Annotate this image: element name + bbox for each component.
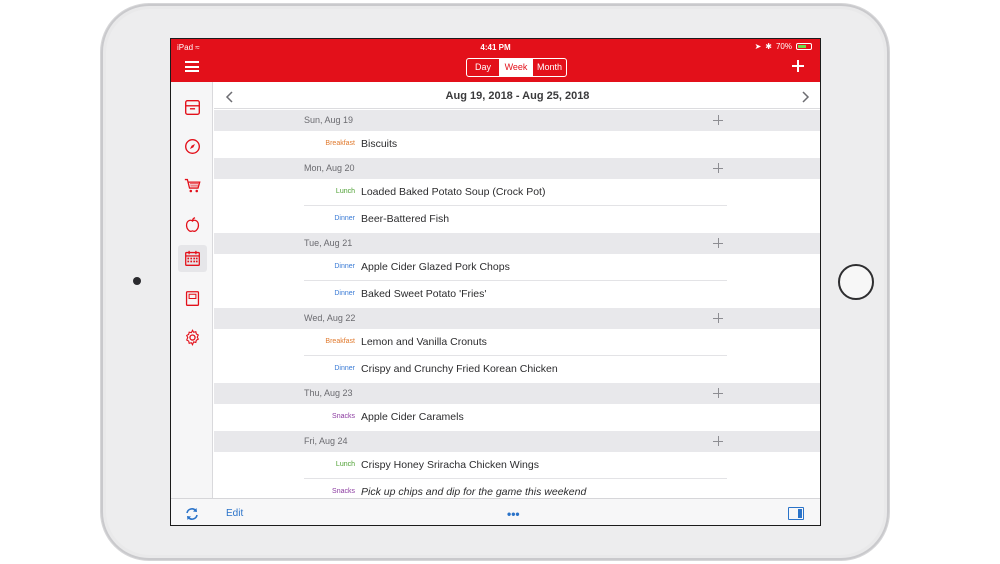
day-header: Fri, Aug 24: [214, 431, 820, 452]
week-header: Aug 19, 2018 - Aug 25, 2018: [214, 82, 820, 109]
meal-type-label: Lunch: [335, 188, 355, 195]
meal-row[interactable]: Dinner Crispy and Crunchy Fried Korean Ch…: [304, 356, 727, 383]
meal-row[interactable]: Breakfast Lemon and Vanilla Cronuts: [304, 329, 727, 356]
status-time: 4:41 PM: [480, 43, 511, 52]
meal-type-label: Lunch: [335, 461, 355, 468]
week-view: Aug 19, 2018 - Aug 25, 2018 Sun, Aug 19 B…: [214, 82, 820, 498]
apple-icon: [185, 217, 200, 232]
hamburger-menu-icon[interactable]: [185, 61, 199, 72]
sidebar-item-settings[interactable]: [178, 324, 207, 351]
front-camera: [133, 277, 141, 285]
segment-week[interactable]: Week: [500, 59, 533, 76]
home-button[interactable]: [838, 264, 874, 300]
day-header: Tue, Aug 21: [214, 233, 820, 254]
calendar-icon: [185, 250, 200, 266]
gear-icon: [185, 329, 200, 346]
status-bar: iPad ≈ 4:41 PM ➤ ✱ 70%: [171, 39, 820, 55]
day-label: Sun, Aug 19: [304, 115, 354, 125]
status-right: ➤ ✱ 70%: [755, 42, 812, 51]
sidebar-item-meal-planner[interactable]: [178, 245, 207, 272]
day-label: Tue, Aug 21: [304, 238, 353, 248]
meal-row[interactable]: Breakfast Biscuits: [304, 131, 727, 158]
side-panel-toggle-icon[interactable]: [788, 507, 804, 520]
day-header: Sun, Aug 19: [214, 110, 820, 131]
day-header: Thu, Aug 23: [214, 383, 820, 404]
meal-row[interactable]: Dinner Baked Sweet Potato 'Fries': [304, 281, 727, 308]
meal-type-label: Snacks: [332, 413, 355, 420]
segment-day[interactable]: Day: [467, 59, 500, 76]
meal-type-label: Dinner: [334, 215, 355, 222]
segment-month[interactable]: Month: [533, 59, 566, 76]
meal-row[interactable]: Dinner Beer-Battered Fish: [304, 206, 727, 233]
add-meal-to-day-icon[interactable]: [713, 436, 723, 446]
location-icon: ➤: [754, 42, 762, 51]
meal-row[interactable]: Lunch Crispy Honey Sriracha Chicken Wings: [304, 452, 727, 479]
meal-name: Apple Cider Glazed Pork Chops: [361, 261, 510, 273]
meal-name: Apple Cider Caramels: [361, 411, 464, 423]
meal-name: Loaded Baked Potato Soup (Crock Pot): [361, 186, 546, 198]
app-screen: iPad ≈ 4:41 PM ➤ ✱ 70% Day Week Month Au…: [170, 38, 821, 526]
sidebar-item-recipes[interactable]: [178, 94, 207, 121]
day-header: Wed, Aug 22: [214, 308, 820, 329]
add-meal-to-day-icon[interactable]: [713, 163, 723, 173]
view-segmented-control: Day Week Month: [466, 58, 567, 77]
day-header: Mon, Aug 20: [214, 158, 820, 179]
day-label: Fri, Aug 24: [304, 436, 348, 446]
bluetooth-icon: ✱: [765, 42, 772, 51]
meal-type-label: Dinner: [334, 263, 355, 270]
meal-name: Lemon and Vanilla Cronuts: [361, 336, 487, 348]
sidebar: [171, 82, 213, 498]
day-label: Mon, Aug 20: [304, 163, 355, 173]
meal-note: Pick up chips and dip for the game this …: [361, 486, 587, 498]
meal-name: Beer-Battered Fish: [361, 213, 450, 225]
shopping-cart-icon: [184, 178, 201, 193]
meal-type-label: Dinner: [334, 365, 355, 372]
week-range-title: Aug 19, 2018 - Aug 25, 2018: [445, 90, 590, 102]
meal-name: Crispy Honey Sriracha Chicken Wings: [361, 459, 539, 471]
meal-type-label: Breakfast: [325, 140, 355, 147]
add-meal-to-day-icon[interactable]: [713, 115, 723, 125]
sidebar-item-groceries[interactable]: [178, 172, 207, 199]
add-meal-to-day-icon[interactable]: [713, 238, 723, 248]
sidebar-item-menus[interactable]: [178, 285, 207, 312]
notebook-icon: [185, 291, 200, 306]
archive-box-icon: [185, 100, 200, 115]
sidebar-item-pantry[interactable]: [178, 211, 207, 238]
more-options-button[interactable]: •••: [507, 507, 520, 521]
meal-name: Crispy and Crunchy Fried Korean Chicken: [361, 363, 558, 375]
sync-refresh-icon[interactable]: [185, 507, 199, 521]
meal-type-label: Dinner: [334, 290, 355, 297]
meal-row[interactable]: Dinner Apple Cider Glazed Pork Chops: [304, 254, 727, 281]
meal-name: Baked Sweet Potato 'Fries': [361, 288, 487, 300]
add-meal-to-day-icon[interactable]: [713, 388, 723, 398]
battery-percent: 70%: [775, 42, 792, 51]
battery-icon: [796, 43, 812, 50]
compass-icon: [185, 139, 200, 154]
meal-row[interactable]: Snacks Apple Cider Caramels: [304, 404, 727, 431]
meal-type-label: Snacks: [332, 488, 355, 495]
day-label: Thu, Aug 23: [304, 388, 353, 398]
edit-button[interactable]: Edit: [226, 508, 243, 519]
add-meal-to-day-icon[interactable]: [713, 313, 723, 323]
meal-name: Biscuits: [361, 138, 398, 150]
day-label: Wed, Aug 22: [304, 313, 356, 323]
meal-type-label: Breakfast: [325, 338, 355, 345]
meal-row[interactable]: Lunch Loaded Baked Potato Soup (Crock Pot…: [304, 179, 727, 206]
bottom-toolbar: Edit •••: [171, 498, 820, 525]
navigation-bar: iPad ≈ 4:41 PM ➤ ✱ 70% Day Week Month: [171, 39, 820, 82]
add-meal-icon[interactable]: [792, 60, 804, 72]
next-week-chevron-icon[interactable]: [799, 90, 811, 103]
meal-row[interactable]: Snacks Pick up chips and dip for the game…: [304, 479, 727, 498]
battery-fill: [798, 45, 807, 48]
sidebar-item-browse[interactable]: [178, 133, 207, 160]
